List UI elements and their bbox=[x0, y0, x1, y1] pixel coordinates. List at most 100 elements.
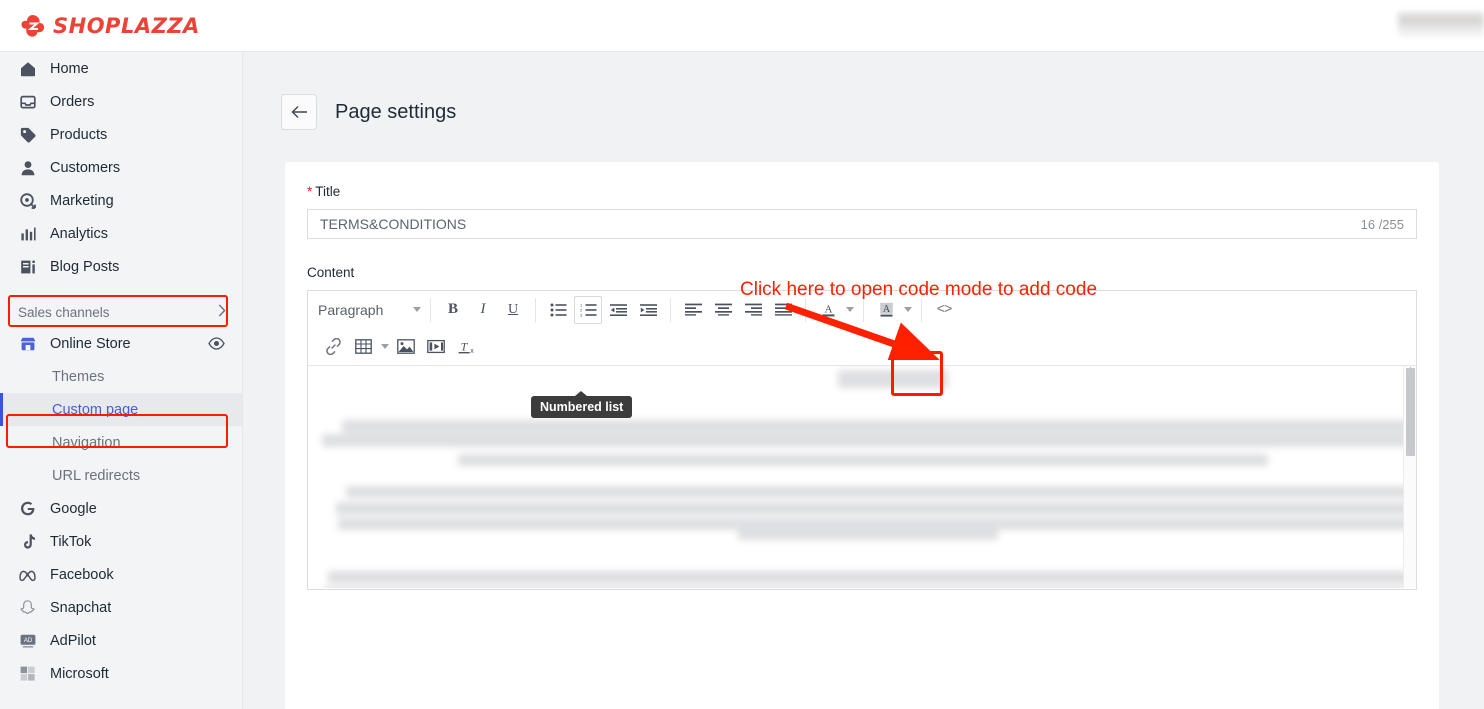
products-tag-icon bbox=[18, 125, 37, 144]
editor-content-area[interactable]: ▲ bbox=[308, 366, 1416, 588]
editor-scrollbar[interactable]: ▲ bbox=[1403, 366, 1416, 588]
sidebar-subitem-label: Navigation bbox=[52, 434, 121, 451]
sidebar-item-label: Blog Posts bbox=[50, 258, 120, 275]
sidebar-item-label: Customers bbox=[50, 159, 121, 176]
title-field-label: * Title bbox=[307, 184, 1417, 199]
font-color-chevron-down-icon[interactable] bbox=[843, 307, 856, 312]
numbered-list-icon[interactable]: 123 bbox=[574, 295, 602, 324]
bold-icon[interactable]: B bbox=[439, 296, 467, 324]
marketing-megaphone-icon bbox=[18, 191, 37, 210]
chevron-right-icon bbox=[218, 304, 226, 320]
image-icon[interactable] bbox=[392, 333, 420, 361]
underline-glyph: U bbox=[507, 301, 519, 317]
sidebar-item-analytics[interactable]: Analytics bbox=[0, 217, 242, 250]
table-icon[interactable] bbox=[349, 333, 377, 361]
required-marker: * bbox=[307, 184, 313, 199]
brand-logo[interactable]: SHOPLAZZA bbox=[20, 14, 200, 38]
shoplazza-logo-icon bbox=[20, 14, 46, 38]
editor-toolbar-row-2: Tx bbox=[308, 328, 1416, 365]
code-glyph: <> bbox=[936, 301, 953, 318]
title-input[interactable]: TERMS&CONDITIONS 16 /255 bbox=[307, 209, 1417, 239]
google-icon bbox=[18, 499, 37, 518]
paragraph-format-value: Paragraph bbox=[318, 301, 384, 318]
sidebar-item-blog-posts[interactable]: Blog Posts bbox=[0, 250, 242, 283]
annotation-text: Click here to open code mode to add code bbox=[740, 279, 1098, 300]
sidebar-item-online-store[interactable]: Online Store bbox=[0, 327, 242, 360]
toolbar-divider bbox=[863, 297, 864, 322]
sidebar-subitem-label: Custom page bbox=[52, 401, 139, 418]
microsoft-icon bbox=[18, 664, 37, 683]
title-label-text: Title bbox=[315, 184, 341, 199]
sidebar-item-label: Snapchat bbox=[50, 599, 112, 616]
sidebar-subitem-label: Themes bbox=[52, 368, 105, 385]
chevron-down-icon bbox=[413, 307, 421, 312]
eye-icon[interactable] bbox=[208, 337, 225, 350]
sidebar-item-label: Orders bbox=[50, 93, 95, 110]
tiktok-icon bbox=[18, 532, 37, 551]
sidebar-item-navigation[interactable]: Navigation bbox=[0, 426, 242, 459]
sales-channels-label: Sales channels bbox=[18, 304, 110, 320]
blurred-content bbox=[308, 366, 1416, 588]
italic-glyph: I bbox=[480, 301, 486, 317]
store-icon bbox=[18, 334, 37, 353]
blog-posts-icon bbox=[18, 257, 37, 276]
svg-text:T: T bbox=[461, 339, 469, 353]
svg-text:x: x bbox=[470, 348, 474, 355]
outdent-icon[interactable] bbox=[604, 296, 632, 324]
sidebar-item-facebook[interactable]: Facebook bbox=[0, 558, 242, 591]
svg-text:A: A bbox=[824, 303, 832, 315]
sidebar-item-adpilot[interactable]: AD AdPilot bbox=[0, 624, 242, 657]
adpilot-icon: AD bbox=[18, 631, 37, 650]
sidebar-item-microsoft[interactable]: Microsoft bbox=[0, 657, 242, 690]
sidebar-item-label: Marketing bbox=[50, 192, 114, 209]
back-arrow-icon[interactable] bbox=[281, 94, 317, 130]
indent-icon[interactable] bbox=[634, 296, 662, 324]
toolbar-divider bbox=[430, 297, 431, 322]
sidebar: Home Orders Products Customers Marketing bbox=[0, 52, 243, 709]
table-chevron-down-icon[interactable] bbox=[378, 344, 391, 349]
scrollbar-thumb[interactable] bbox=[1406, 368, 1415, 456]
sidebar-item-orders[interactable]: Orders bbox=[0, 85, 242, 118]
svg-text:3: 3 bbox=[580, 312, 583, 317]
title-char-counter: 16 /255 bbox=[1360, 216, 1404, 232]
sidebar-item-url-redirects[interactable]: URL redirects bbox=[0, 459, 242, 492]
orders-inbox-icon bbox=[18, 92, 37, 111]
page-title: Page settings bbox=[335, 100, 457, 123]
sidebar-item-products[interactable]: Products bbox=[0, 118, 242, 151]
main-content: Page settings * Title TERMS&CONDITIONS 16… bbox=[243, 52, 1484, 709]
page-header: Page settings bbox=[243, 52, 1484, 130]
sidebar-item-home[interactable]: Home bbox=[0, 52, 242, 85]
video-icon[interactable] bbox=[422, 333, 450, 361]
page-settings-card: * Title TERMS&CONDITIONS 16 /255 Content … bbox=[285, 162, 1439, 709]
paragraph-format-select[interactable]: Paragraph bbox=[318, 297, 423, 323]
svg-text:AD: AD bbox=[23, 638, 32, 644]
bulleted-list-icon[interactable] bbox=[544, 296, 572, 324]
sidebar-item-label: Products bbox=[50, 126, 108, 143]
sidebar-item-label: TikTok bbox=[50, 533, 92, 550]
sidebar-subitem-label: URL redirects bbox=[52, 467, 141, 484]
home-icon bbox=[18, 59, 37, 78]
title-input-value[interactable]: TERMS&CONDITIONS bbox=[320, 216, 466, 232]
snapchat-icon bbox=[18, 598, 37, 617]
rich-text-editor[interactable]: Paragraph B I U 1 2 3 A A <> T x bbox=[307, 290, 1417, 590]
background-color-chevron-down-icon[interactable] bbox=[901, 307, 914, 312]
sidebar-item-google[interactable]: Google bbox=[0, 492, 242, 525]
svg-text:A: A bbox=[882, 304, 890, 315]
clear-formatting-icon[interactable]: Tx bbox=[452, 333, 480, 361]
sidebar-item-tiktok[interactable]: TikTok bbox=[0, 525, 242, 558]
align-left-icon[interactable] bbox=[679, 296, 707, 324]
sidebar-item-snapchat[interactable]: Snapchat bbox=[0, 591, 242, 624]
italic-icon[interactable]: I bbox=[469, 296, 497, 324]
sidebar-item-themes[interactable]: Themes bbox=[0, 360, 242, 393]
account-area-blurred[interactable] bbox=[1398, 12, 1484, 36]
facebook-meta-icon bbox=[18, 565, 37, 584]
underline-icon[interactable]: U bbox=[499, 296, 527, 324]
sidebar-item-custom-page[interactable]: Custom page bbox=[0, 393, 242, 426]
sales-channels-header[interactable]: Sales channels bbox=[0, 297, 242, 327]
link-icon[interactable] bbox=[319, 333, 347, 361]
top-bar: SHOPLAZZA bbox=[0, 0, 1484, 52]
sidebar-item-label: AdPilot bbox=[50, 632, 96, 649]
align-center-icon[interactable] bbox=[709, 296, 737, 324]
sidebar-item-customers[interactable]: Customers bbox=[0, 151, 242, 184]
sidebar-item-marketing[interactable]: Marketing bbox=[0, 184, 242, 217]
